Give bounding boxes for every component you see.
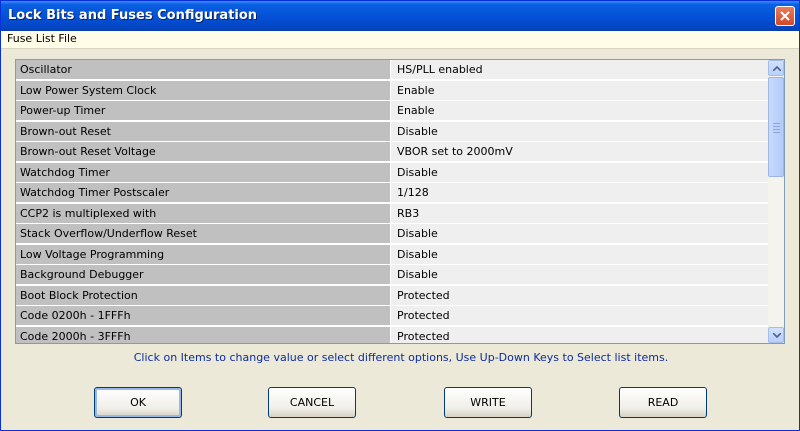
fuse-row[interactable]: Brown-out Reset Disable [16, 121, 770, 142]
chevron-down-icon [773, 333, 781, 338]
fuse-value: Disable [397, 227, 438, 240]
fuse-row[interactable]: Low Power System Clock Enable [16, 80, 770, 101]
fuse-name: Code 0200h - 1FFFh [20, 309, 131, 322]
fuse-value: HS/PLL enabled [397, 63, 483, 76]
vertical-scrollbar[interactable] [768, 60, 784, 343]
fuse-value-cell[interactable]: Disable [391, 224, 770, 243]
fuse-value: Disable [397, 124, 438, 138]
fuse-value-cell[interactable]: RB3 [391, 203, 770, 223]
fuse-value-cell[interactable]: Enable [391, 101, 770, 120]
fuse-value: Enable [397, 104, 435, 117]
fuse-value-cell[interactable]: Protected [391, 285, 770, 305]
fuse-value-cell[interactable]: 1/128 [391, 183, 770, 202]
fuse-name-cell: Stack Overflow/Underflow Reset [16, 224, 391, 243]
fuse-name-cell: Code 0200h - 1FFFh [16, 306, 391, 325]
fuse-name-cell: Low Voltage Programming [16, 244, 391, 264]
title-bar[interactable]: Lock Bits and Fuses Configuration [1, 1, 799, 31]
fuse-row[interactable]: Oscillator HS/PLL enabled [16, 60, 770, 81]
scroll-down-button[interactable] [768, 327, 784, 343]
fuse-row[interactable]: Boot Block Protection Protected [16, 285, 770, 306]
fuse-name: Low Power System Clock [20, 83, 157, 97]
fuse-value-cell[interactable]: Disable [391, 265, 770, 284]
cancel-button[interactable]: CANCEL [268, 387, 356, 418]
fuse-name: Stack Overflow/Underflow Reset [20, 227, 197, 240]
fuse-name-cell: Code 2000h - 3FFFh [16, 326, 391, 343]
fuse-value: Disable [397, 165, 438, 179]
fuse-row[interactable]: Stack Overflow/Underflow Reset Disable [16, 224, 770, 245]
fuse-value: Disable [397, 268, 438, 281]
fuse-name: CCP2 is multiplexed with [20, 206, 157, 220]
fuse-name-cell: Brown-out Reset Voltage [16, 142, 391, 161]
fuse-row[interactable]: CCP2 is multiplexed with RB3 [16, 203, 770, 224]
fuse-name: Boot Block Protection [20, 288, 138, 302]
fuse-value: Protected [397, 288, 450, 302]
fuse-name: Brown-out Reset [20, 124, 111, 138]
fuse-value-cell[interactable]: Disable [391, 121, 770, 141]
close-button[interactable] [775, 6, 795, 26]
fuse-name-cell: Power-up Timer [16, 101, 391, 120]
fuse-row[interactable]: Brown-out Reset Voltage VBOR set to 2000m… [16, 142, 770, 163]
fuse-name-cell: Brown-out Reset [16, 121, 391, 141]
fuse-value: VBOR set to 2000mV [397, 145, 513, 158]
fuse-value-cell[interactable]: Protected [391, 306, 770, 325]
fuse-value-cell[interactable]: Disable [391, 244, 770, 264]
scroll-thumb[interactable] [768, 77, 784, 177]
fuse-row[interactable]: Power-up Timer Enable [16, 101, 770, 122]
fuse-value: Disable [397, 247, 438, 261]
menu-bar: Fuse List File [1, 31, 799, 49]
fuse-name-cell: Background Debugger [16, 265, 391, 284]
fuse-value-cell[interactable]: VBOR set to 2000mV [391, 142, 770, 161]
fuse-value: Protected [397, 309, 450, 322]
fuse-value-cell[interactable]: Enable [391, 80, 770, 100]
fuse-name: Oscillator [20, 63, 72, 76]
read-button[interactable]: READ [619, 387, 707, 418]
fuse-value: 1/128 [397, 186, 429, 199]
fuse-name: Background Debugger [20, 268, 144, 281]
fuse-row[interactable]: Low Voltage Programming Disable [16, 244, 770, 265]
window-title: Lock Bits and Fuses Configuration [8, 8, 258, 23]
fuse-list[interactable]: Oscillator HS/PLL enabled Low Power System… [15, 59, 785, 344]
fuse-name: Brown-out Reset Voltage [20, 145, 156, 158]
fuse-name: Watchdog Timer Postscaler [20, 186, 170, 199]
fuse-value-cell[interactable]: Protected [391, 326, 770, 343]
fuse-row[interactable]: Watchdog Timer Postscaler 1/128 [16, 183, 770, 204]
fuse-name-cell: Watchdog Timer [16, 162, 391, 182]
ok-button[interactable]: OK [94, 387, 182, 418]
fuse-rows: Oscillator HS/PLL enabled Low Power System… [16, 60, 770, 343]
scroll-up-button[interactable] [768, 60, 784, 76]
fuse-row[interactable]: Code 2000h - 3FFFh Protected [16, 326, 770, 343]
instruction-text: Click on Items to change value or select… [133, 351, 669, 364]
fuse-name-cell: Boot Block Protection [16, 285, 391, 305]
fuse-name-cell: CCP2 is multiplexed with [16, 203, 391, 223]
fuse-value-cell[interactable]: HS/PLL enabled [391, 60, 770, 79]
chevron-up-icon [773, 66, 781, 71]
close-icon [780, 11, 790, 21]
menu-fuse-list-file[interactable]: Fuse List File [7, 32, 77, 45]
fuse-value-cell[interactable]: Disable [391, 162, 770, 182]
fuse-name-cell: Low Power System Clock [16, 80, 391, 100]
fuse-name: Code 2000h - 3FFFh [20, 329, 131, 343]
fuse-value: Enable [397, 83, 435, 97]
fuse-name: Watchdog Timer [20, 165, 110, 179]
fuse-name: Low Voltage Programming [20, 247, 165, 261]
dialog-window: Lock Bits and Fuses Configuration Fuse L… [0, 0, 800, 431]
fuse-row[interactable]: Watchdog Timer Disable [16, 162, 770, 183]
write-button[interactable]: WRITE [444, 387, 532, 418]
fuse-row[interactable]: Background Debugger Disable [16, 265, 770, 286]
fuse-name-cell: Oscillator [16, 60, 391, 79]
fuse-value: Protected [397, 329, 450, 343]
fuse-name: Power-up Timer [20, 104, 106, 117]
fuse-name-cell: Watchdog Timer Postscaler [16, 183, 391, 202]
fuse-value: RB3 [397, 206, 420, 220]
fuse-row[interactable]: Code 0200h - 1FFFh Protected [16, 306, 770, 327]
